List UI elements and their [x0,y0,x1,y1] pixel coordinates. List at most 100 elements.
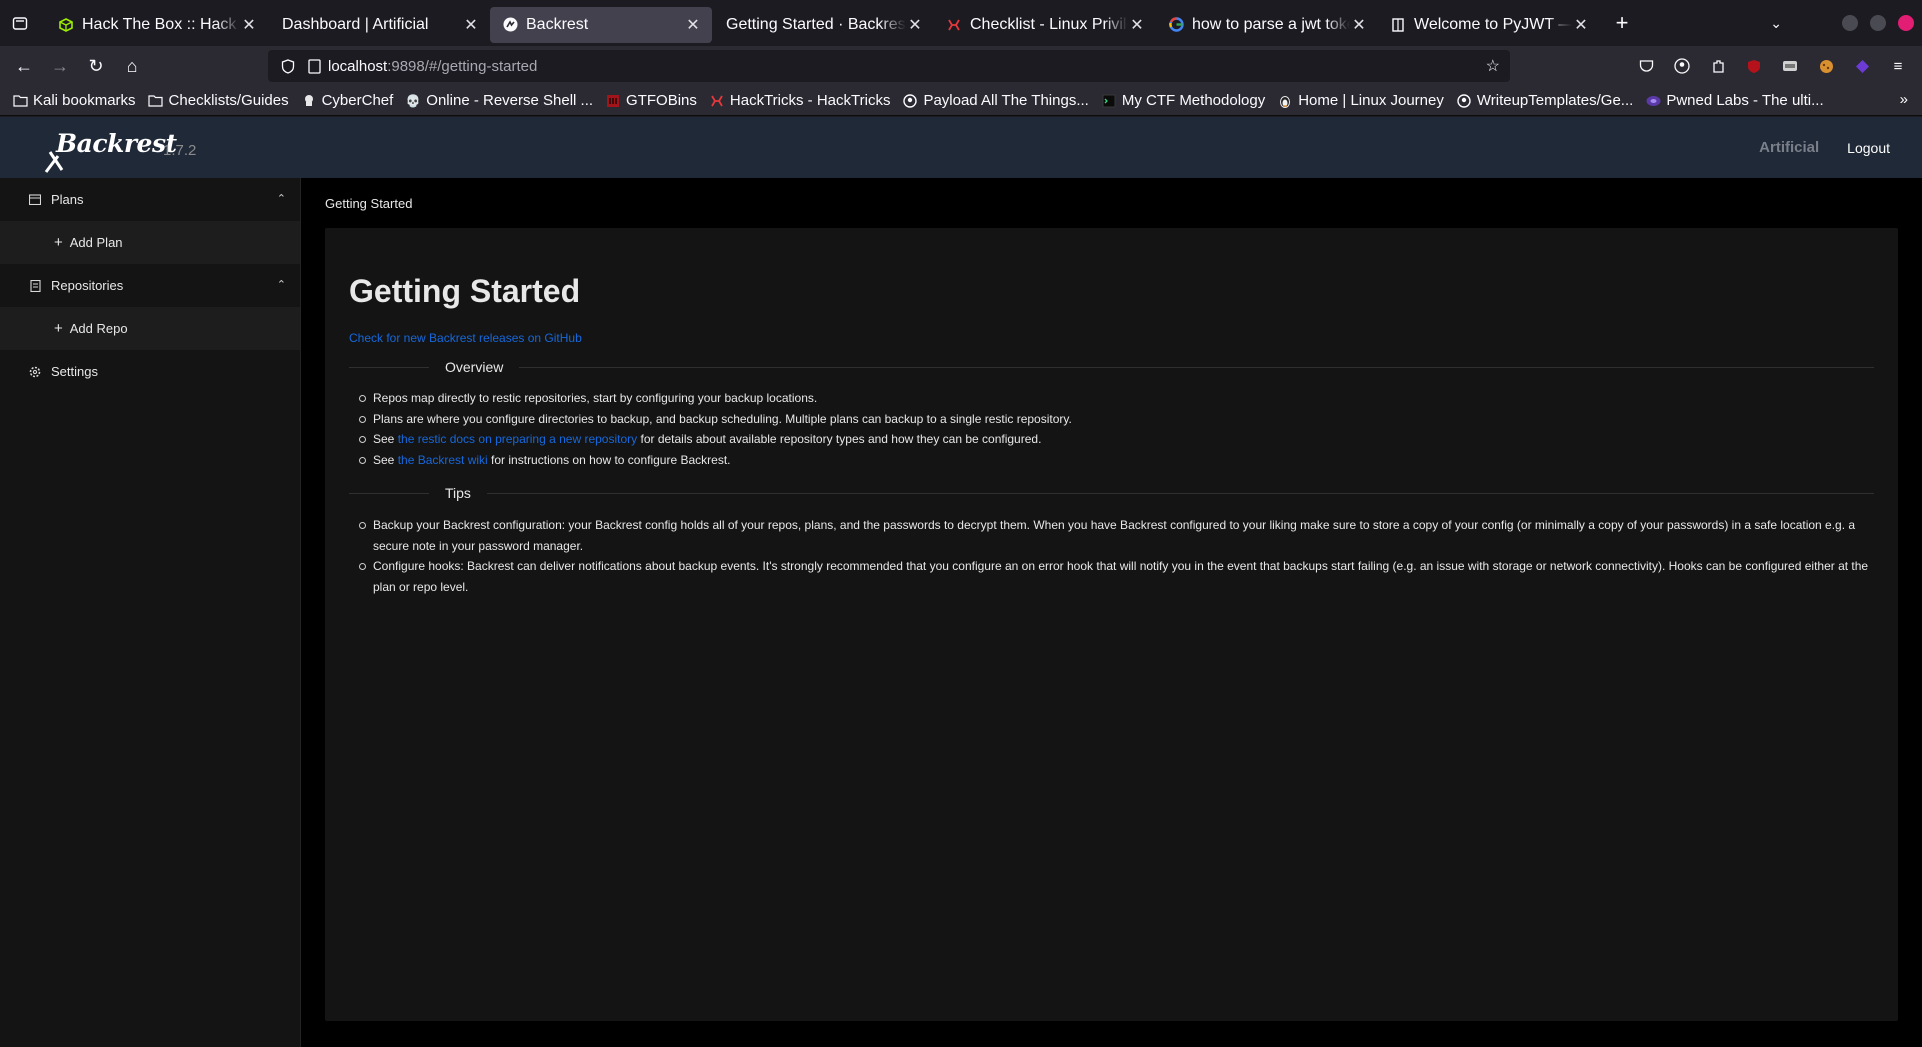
bookmark-payloads[interactable]: Payload All The Things... [902,92,1089,109]
bookmark-label: Payload All The Things... [923,92,1089,109]
backrest-wiki-link[interactable]: the Backrest wiki [398,453,488,467]
bookmark-writeup-templates[interactable]: WriteupTemplates/Ge... [1456,92,1633,109]
tab-backrest[interactable]: Backrest ✕ [490,6,712,43]
bookmarks-toolbar: Kali bookmarks Checklists/Guides CyberCh… [0,86,1922,116]
tab-pyjwt[interactable]: Welcome to PyJWT — PyJWT ✕ [1378,7,1600,43]
tab-strip: Hack The Box :: Hack The Box ✕ Dashboard… [0,0,1922,46]
plus-icon: + [54,234,63,251]
gtfobins-icon [605,94,621,108]
minimize-button[interactable] [1842,15,1858,31]
sidebar-item-label: Add Plan [69,235,123,250]
bookmark-label: Home | Linux Journey [1298,92,1444,109]
chevron-up-icon[interactable]: ⌃ [277,192,286,205]
url-text: localhost:9898/#/getting-started [328,58,537,75]
google-icon [1168,17,1184,33]
hacktricks-icon [709,94,725,108]
sidebar-item-plans[interactable]: Plans ⌃ [0,178,300,221]
version-label: 1.7.2 [163,142,197,159]
tab-getting-started-backrest[interactable]: Getting Started · Backrest ✕ [712,7,934,43]
bookmark-label: Checklists/Guides [168,92,289,109]
list-item: Configure hooks: Backrest can deliver no… [359,556,1873,597]
hacktricks-icon [946,17,962,33]
close-tab-icon[interactable]: ✕ [684,15,702,35]
tab-title: Checklist - Linux Privilege Escalation [970,15,1128,33]
tab-list-icon [12,17,28,30]
sidebar-item-label: Plans [51,192,84,207]
bookmark-revshell[interactable]: 💀 Online - Reverse Shell ... [405,92,593,109]
tab-title: Dashboard | Artificial [282,15,429,33]
bookmark-star-icon[interactable]: ☆ [1486,56,1500,76]
main-area: Getting Started Getting Started Check fo… [301,178,1922,1047]
page-info-icon[interactable] [306,58,322,74]
home-button[interactable]: ⌂ [114,50,150,82]
bookmark-hacktricks[interactable]: HackTricks - HackTricks [709,92,890,109]
arrow-right-icon: → [51,55,69,76]
forward-button[interactable]: → [42,50,78,82]
close-window-button[interactable] [1898,15,1914,31]
back-button[interactable]: ← [6,50,42,82]
tab-hackthebox[interactable]: Hack The Box :: Hack The Box ✕ [46,7,268,43]
bookmarks-overflow-icon[interactable]: » [1900,91,1908,108]
bookmark-label: My CTF Methodology [1121,92,1266,109]
page-title: Getting Started [349,273,581,309]
ublock-icon[interactable] [1736,59,1772,74]
tab-title: Getting Started · Backrest [726,15,906,33]
overview-divider: Overview [349,357,1874,377]
close-tab-icon[interactable]: ✕ [1128,15,1146,35]
close-tab-icon[interactable]: ✕ [1350,15,1368,35]
tab-google-jwt[interactable]: how to parse a jwt token python ✕ [1156,7,1378,43]
arrow-left-icon: ← [15,55,33,76]
tips-list: Backup your Backrest configuration: your… [359,515,1873,597]
sidebar: Plans ⌃ + Add Plan Repositories ⌃ + Add … [0,178,301,1047]
tab-title: how to parse a jwt token python [1192,15,1350,33]
close-tab-icon[interactable]: ✕ [1572,15,1590,35]
plus-icon: + [1615,10,1629,35]
bookmark-linux-journey[interactable]: Home | Linux Journey [1277,92,1444,109]
sidebar-item-add-repo[interactable]: + Add Repo [0,307,300,350]
url-path: :9898/#/getting-started [387,57,538,75]
cookie-editor-icon[interactable] [1772,59,1808,73]
maximize-button[interactable] [1870,15,1886,31]
bookmark-pwned-labs[interactable]: Pwned Labs - The ulti... [1645,92,1824,109]
bookmark-checklists[interactable]: Checklists/Guides [148,92,289,109]
bookmark-kali[interactable]: Kali bookmarks [12,92,136,109]
pocket-icon[interactable] [1628,59,1664,73]
backrest-logo[interactable]: Backrest [44,129,177,173]
github-releases-link[interactable]: Check for new Backrest releases on GitHu… [349,331,582,345]
doc-icon [1390,17,1406,33]
close-tab-icon[interactable]: ✕ [906,15,924,35]
pwnedlabs-icon [1645,94,1661,108]
url-bar[interactable]: localhost:9898/#/getting-started ☆ [268,50,1510,82]
tab-list-button[interactable] [0,0,40,46]
sidebar-item-add-plan[interactable]: + Add Plan [0,221,300,264]
account-icon[interactable] [1664,58,1700,74]
restic-docs-link[interactable]: the restic docs on preparing a new repos… [398,432,637,446]
gear-icon [28,366,42,378]
shield-icon[interactable] [280,58,296,74]
url-host: localhost [328,57,388,75]
logout-button[interactable]: Logout [1847,140,1890,156]
tab-checklist-linux[interactable]: Checklist - Linux Privilege Escalation ✕ [934,7,1156,43]
cookie-icon[interactable] [1808,59,1844,74]
close-tab-icon[interactable]: ✕ [462,15,480,35]
navigation-toolbar: ← → ↻ ⌂ localhost:9898/#/getting-started… [0,46,1922,86]
browser-window: Hack The Box :: Hack The Box ✕ Dashboard… [0,0,1922,1047]
sidebar-item-repositories[interactable]: Repositories ⌃ [0,264,300,307]
bookmark-ctf-methodology[interactable]: My CTF Methodology [1101,92,1265,109]
close-tab-icon[interactable]: ✕ [240,15,258,35]
extensions-icon[interactable] [1700,59,1736,74]
chevron-up-icon[interactable]: ⌃ [277,278,286,291]
sidebar-item-settings[interactable]: Settings [0,350,300,393]
menu-icon[interactable]: ≡ [1880,58,1916,75]
new-tab-button[interactable]: + [1604,5,1640,41]
reload-button[interactable]: ↻ [78,50,114,82]
extension-purple-icon[interactable] [1844,59,1880,74]
folder-icon [148,94,164,108]
bookmark-label: Kali bookmarks [33,92,136,109]
tab-overflow-chevron-icon[interactable]: ⌄ [1770,15,1782,32]
tab-dashboard-artificial[interactable]: Dashboard | Artificial ✕ [268,7,490,43]
bookmark-gtfobins[interactable]: GTFOBins [605,92,697,109]
bookmark-label: GTFOBins [626,92,697,109]
bookmark-cyberchef[interactable]: CyberChef [301,92,393,109]
github-icon [902,93,918,108]
